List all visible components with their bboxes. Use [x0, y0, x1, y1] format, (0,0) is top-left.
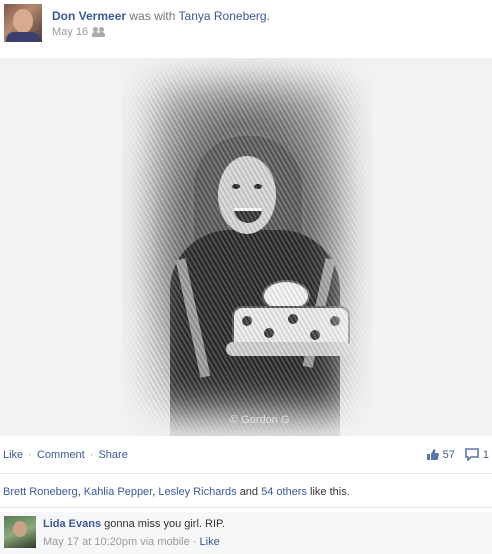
liker-link[interactable]: Brett Roneberg [3, 486, 78, 498]
comment-count[interactable]: 1 [483, 449, 489, 461]
comment-item: Lida Evans gonna miss you girl. RIP. May… [0, 512, 492, 554]
separator: · [28, 449, 32, 461]
liker-link[interactable]: Kahlia Pepper [84, 486, 153, 498]
like-link[interactable]: Like [3, 449, 23, 461]
others-link[interactable]: 54 others [261, 486, 307, 498]
post-header: Don Vermeer was with Tanya Roneberg. May… [0, 0, 492, 52]
comment-text: gonna miss you girl. RIP. [104, 518, 225, 530]
thumbs-up-icon[interactable] [426, 448, 439, 461]
divider [0, 473, 492, 474]
like-count[interactable]: 57 [443, 449, 455, 461]
comment-link[interactable]: Comment [37, 449, 85, 461]
commenter-name-link[interactable]: Lida Evans [43, 518, 101, 530]
separator: · [89, 449, 94, 461]
author-avatar[interactable] [4, 4, 42, 42]
post-meta: May 16 [52, 26, 107, 38]
with-text: was with [129, 9, 176, 23]
photo-container[interactable]: © Gordon G [0, 58, 492, 436]
post-author-line: Don Vermeer was with Tanya Roneberg. [52, 9, 270, 23]
liker-link[interactable]: Lesley Richards [158, 486, 236, 498]
likes-summary: Brett Roneberg, Kahlia Pepper, Lesley Ri… [3, 486, 350, 498]
comment-like-link[interactable]: Like [200, 536, 220, 548]
author-name-link[interactable]: Don Vermeer [52, 9, 126, 23]
comment-timestamp: May 17 at 10:20pm via mobile [43, 536, 190, 548]
photo-watermark: © Gordon G [230, 414, 290, 426]
divider [0, 507, 492, 508]
post-actions: Like · Comment · Share 57 1 [0, 447, 492, 465]
likes-suffix: like this. [310, 486, 350, 498]
share-link[interactable]: Share [98, 449, 127, 461]
post-date-link[interactable]: May 16 [52, 26, 88, 38]
tagged-friend-link[interactable]: Tanya Roneberg. [179, 9, 270, 23]
comment-bubble-icon[interactable] [465, 448, 479, 462]
and-text: and [239, 486, 259, 498]
post-photo[interactable]: © Gordon G [122, 58, 372, 436]
commenter-avatar[interactable] [4, 516, 36, 548]
friends-icon[interactable] [92, 27, 107, 37]
